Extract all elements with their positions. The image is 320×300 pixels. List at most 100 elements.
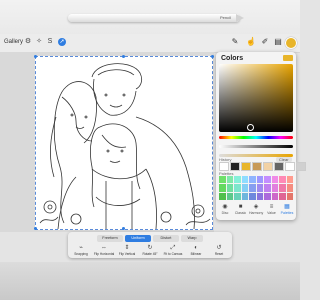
action-label: Flip Vertical <box>118 252 136 256</box>
palette-swatch[interactable] <box>249 184 256 192</box>
flip-horizontal-button[interactable]: ⇔ Flip Horizontal <box>93 245 115 256</box>
brightness-slider[interactable] <box>219 145 293 148</box>
action-label: Flip Horizontal <box>93 252 115 256</box>
brush-icon[interactable]: ✎ <box>230 37 240 47</box>
mode-distort[interactable]: Distort <box>153 235 179 242</box>
palette-swatch[interactable] <box>234 184 241 192</box>
palette-swatch[interactable] <box>249 176 256 184</box>
palettes-icon: ▦ <box>284 204 290 210</box>
history-swatch[interactable] <box>296 162 306 171</box>
color-picker-handle[interactable] <box>247 124 254 131</box>
palette-swatch[interactable] <box>271 184 278 192</box>
tab-value[interactable]: ≡ Value <box>265 204 279 218</box>
line-art-illustration <box>39 63 211 229</box>
gallery-button[interactable]: Gallery <box>4 39 23 45</box>
flip-horizontal-icon: ⇔ <box>101 245 107 251</box>
palette-swatch[interactable] <box>279 192 286 200</box>
palette-swatch[interactable] <box>241 176 248 184</box>
palette-swatch[interactable] <box>241 184 248 192</box>
palette-swatch[interactable] <box>241 192 248 200</box>
tab-disc[interactable]: ◉ Disc <box>218 204 232 218</box>
tab-classic[interactable]: ■ Classic <box>234 204 248 218</box>
action-label: Bilinear <box>190 252 202 256</box>
mode-uniform[interactable]: Uniform <box>125 235 151 242</box>
transform-handle[interactable] <box>34 55 37 58</box>
palette-swatch[interactable] <box>279 176 286 184</box>
transform-handle[interactable] <box>122 55 125 58</box>
palette-swatch[interactable] <box>279 184 286 192</box>
disc-icon: ◉ <box>222 204 228 210</box>
tab-label: Disc <box>221 211 229 215</box>
fit-to-canvas-icon: ⤢ <box>170 245 176 251</box>
interpolation-button[interactable]: ◐ Bilinear <box>185 245 207 256</box>
palette-swatch[interactable] <box>271 192 278 200</box>
reset-button[interactable]: ↺ Reset <box>208 245 230 256</box>
artwork-canvas[interactable] <box>35 56 213 230</box>
palette-grid <box>219 176 293 200</box>
wrench-icon[interactable]: ⚙ <box>24 38 32 46</box>
color-field[interactable] <box>219 64 293 132</box>
palette-swatch[interactable] <box>219 184 226 192</box>
palette-swatch[interactable] <box>219 192 226 200</box>
colors-panel-title: Colors <box>221 55 244 62</box>
tab-harmony[interactable]: ◈ Harmony <box>249 204 263 218</box>
fit-to-canvas-button[interactable]: ⤢ Fit to Canvas <box>162 245 184 256</box>
palette-swatch[interactable] <box>226 184 233 192</box>
action-label: Snapping <box>74 252 88 256</box>
action-label: Reset <box>214 252 224 256</box>
transform-button[interactable]: ➚ <box>58 38 66 46</box>
palette-swatch[interactable] <box>226 192 233 200</box>
palette-swatch[interactable] <box>249 192 256 200</box>
current-color-button[interactable] <box>285 37 297 49</box>
layers-icon[interactable]: ▤ <box>273 37 283 47</box>
snapping-icon: ⌁ <box>79 245 83 251</box>
history-swatch[interactable] <box>285 162 295 171</box>
bottom-background <box>0 262 300 300</box>
history-swatch[interactable] <box>241 162 251 171</box>
history-swatch[interactable] <box>252 162 262 171</box>
palette-swatch[interactable] <box>271 176 278 184</box>
palette-swatch[interactable] <box>264 184 271 192</box>
transform-handle[interactable] <box>211 55 214 58</box>
current-color-swatch[interactable] <box>283 55 293 61</box>
palette-swatch[interactable] <box>234 192 241 200</box>
value-icon: ≡ <box>269 204 274 210</box>
history-swatch[interactable] <box>230 162 240 171</box>
palette-swatch[interactable] <box>264 192 271 200</box>
tab-label: Palettes <box>280 211 294 215</box>
rotate-button[interactable]: ↻ Rotate 45° <box>139 245 161 256</box>
palette-swatch[interactable] <box>286 192 293 200</box>
palette-swatch[interactable] <box>226 176 233 184</box>
rotate-icon: ↻ <box>147 245 153 251</box>
pencil-tip <box>236 14 244 22</box>
mode-freeform[interactable]: Freeform <box>97 235 123 242</box>
history-swatch[interactable] <box>274 162 284 171</box>
color-mode-tabs: ◉ Disc ■ Classic ◈ Harmony ≡ Value ▦ Palettes <box>218 204 294 218</box>
mode-warp[interactable]: Warp <box>181 235 203 242</box>
flip-vertical-icon: ⇕ <box>124 245 130 251</box>
apple-pencil-image <box>68 14 240 22</box>
transform-handle[interactable] <box>34 227 37 230</box>
selection-icon[interactable]: S <box>46 38 54 46</box>
history-swatch[interactable] <box>263 162 273 171</box>
palette-swatch[interactable] <box>234 176 241 184</box>
palette-swatch[interactable] <box>256 184 263 192</box>
palette-swatch[interactable] <box>286 176 293 184</box>
hue-slider[interactable] <box>219 136 293 139</box>
snapping-button[interactable]: ⌁ Snapping <box>70 245 92 256</box>
tab-palettes[interactable]: ▦ Palettes <box>280 204 294 218</box>
palette-swatch[interactable] <box>264 176 271 184</box>
palette-swatch[interactable] <box>256 192 263 200</box>
palette-swatch[interactable] <box>219 176 226 184</box>
history-swatch[interactable] <box>219 162 229 171</box>
eraser-icon[interactable]: ✐ <box>260 37 270 47</box>
flip-vertical-button[interactable]: ⇕ Flip Vertical <box>116 245 138 256</box>
smudge-icon[interactable]: ☝ <box>246 37 256 47</box>
palette-swatch[interactable] <box>256 176 263 184</box>
palette-swatch[interactable] <box>286 184 293 192</box>
magic-wand-icon[interactable]: ✧ <box>35 38 43 46</box>
transform-handle[interactable] <box>122 227 125 230</box>
action-label: Fit to Canvas <box>163 252 183 256</box>
action-label: Rotate 45° <box>142 252 158 256</box>
color-history <box>219 162 306 171</box>
